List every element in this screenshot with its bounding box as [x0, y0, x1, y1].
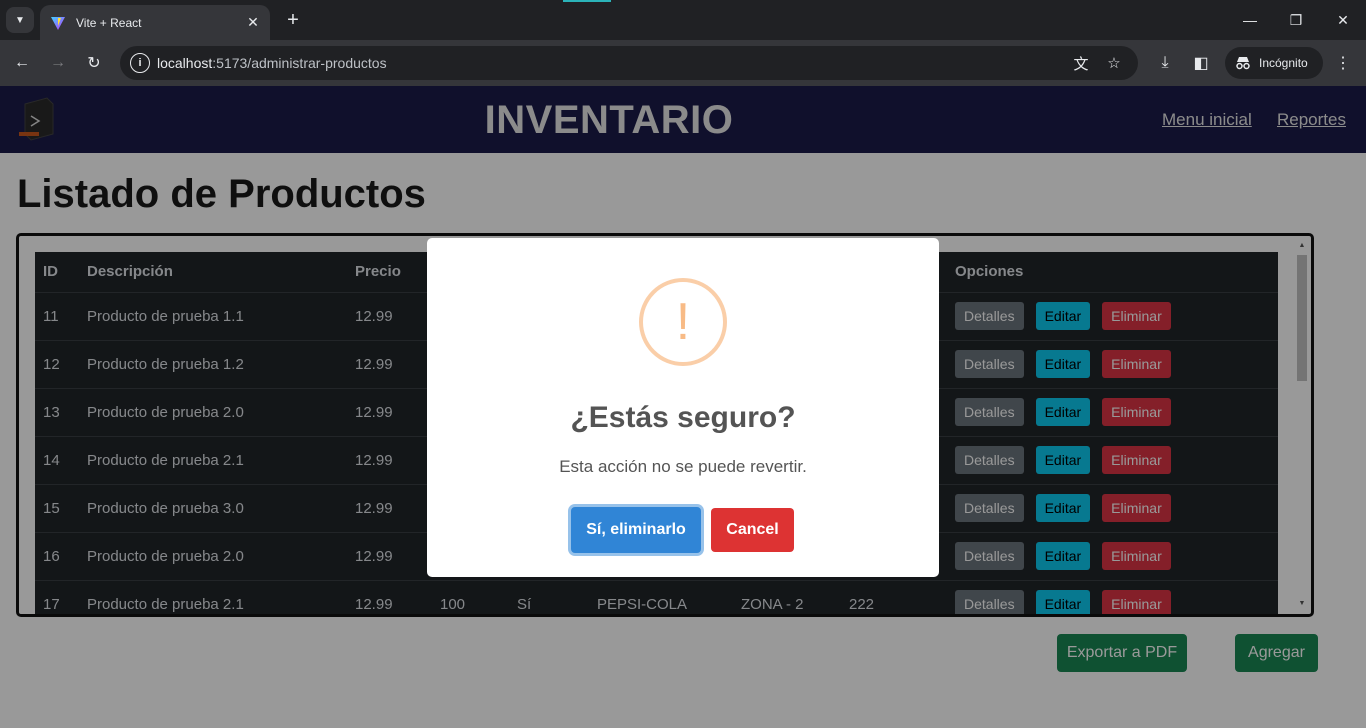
confirm-delete-button[interactable]: Sí, eliminarlo	[571, 507, 701, 553]
cancel-button[interactable]: Cancel	[711, 508, 794, 552]
browser-toolbar: ← → ↻ i localhost:5173/administrar-produ…	[0, 40, 1366, 86]
dialog-title: ¿Estás seguro?	[570, 401, 796, 434]
minimize-icon[interactable]: —	[1238, 8, 1262, 32]
restore-icon[interactable]: ❐	[1284, 8, 1308, 32]
confirm-dialog: ! ¿Estás seguro? Esta acción no se puede…	[427, 238, 939, 577]
tab-title: Vite + React	[76, 15, 142, 30]
address-bar[interactable]: i localhost:5173/administrar-productos 文…	[120, 46, 1138, 80]
star-icon[interactable]: ☆	[1104, 53, 1124, 73]
close-icon[interactable]: ✕	[244, 13, 262, 31]
site-info-icon[interactable]: i	[130, 53, 150, 73]
incognito-label: Incógnito	[1259, 56, 1308, 70]
incognito-badge[interactable]: Incógnito	[1225, 47, 1323, 79]
browser-tabstrip: ▼ Vite + React ✕ + — ❐ ✕	[0, 0, 1366, 40]
window-close-icon[interactable]: ✕	[1331, 8, 1355, 32]
vite-icon	[51, 16, 65, 30]
new-tab-button[interactable]: +	[283, 8, 303, 32]
download-icon[interactable]: ⤓	[1153, 51, 1177, 75]
warning-icon: !	[639, 278, 727, 366]
reload-icon[interactable]: ↻	[82, 51, 106, 75]
side-panel-icon[interactable]: ◧	[1189, 51, 1213, 75]
translate-icon[interactable]: 文	[1071, 53, 1091, 73]
forward-icon[interactable]: →	[46, 51, 70, 75]
tab-search-button[interactable]: ▼	[6, 7, 34, 33]
browser-tab[interactable]: Vite + React ✕	[40, 5, 270, 40]
dialog-text: Esta acción no se puede revertir.	[559, 457, 807, 476]
menu-icon[interactable]: ⋮	[1331, 51, 1355, 75]
url-text[interactable]: localhost:5173/administrar-productos	[157, 55, 387, 71]
incognito-icon	[1236, 57, 1250, 70]
app-root: INVENTARIO Menu inicial Reportes Listado…	[0, 86, 1366, 728]
back-icon[interactable]: ←	[10, 51, 34, 75]
accent-bar	[563, 0, 611, 2]
